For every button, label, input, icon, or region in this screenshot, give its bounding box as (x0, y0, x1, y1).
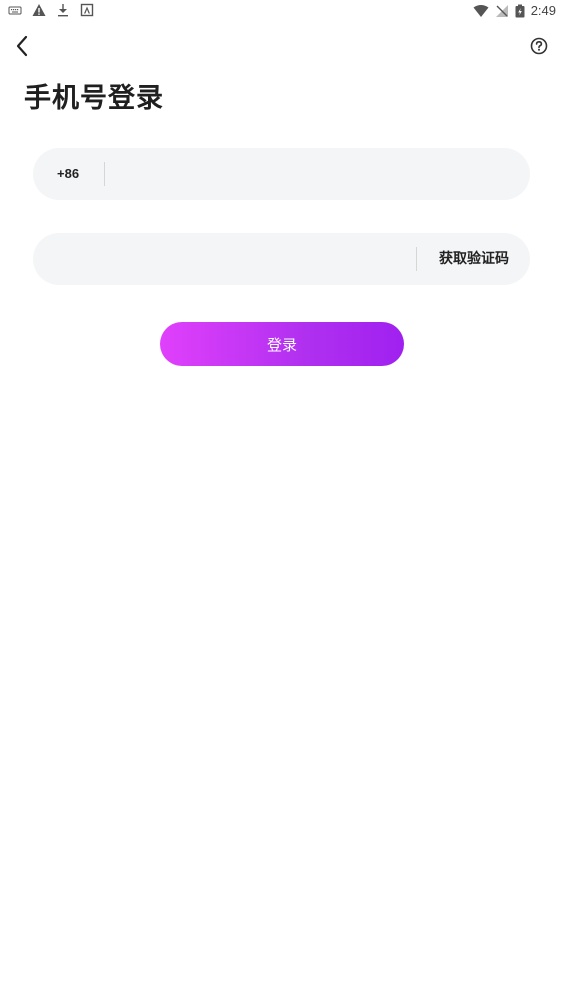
verification-code-field: 获取验证码 (33, 233, 530, 287)
login-button[interactable]: 登录 (160, 322, 404, 366)
help-circle-icon (530, 37, 548, 55)
status-right-icons: 2:49 (473, 3, 556, 18)
status-left-icons (8, 3, 94, 17)
help-button[interactable] (528, 35, 550, 57)
no-sim-icon (495, 4, 508, 17)
battery-icon (515, 4, 525, 17)
phone-input[interactable] (113, 148, 517, 202)
download-icon (58, 4, 68, 17)
verification-code-input[interactable] (55, 233, 414, 287)
status-bar: 2:49 (0, 0, 564, 24)
back-button[interactable] (10, 34, 34, 58)
field-divider (104, 162, 105, 186)
country-code[interactable]: +86 (57, 148, 79, 200)
status-time: 2:49 (530, 3, 556, 18)
chevron-left-icon (16, 35, 28, 57)
field-divider (416, 247, 417, 271)
get-code-button[interactable]: 获取验证码 (427, 233, 521, 285)
wifi-icon (473, 4, 489, 17)
a-box-icon (80, 3, 94, 17)
page-title: 手机号登录 (24, 83, 164, 114)
phone-field: +86 (33, 148, 530, 202)
keyboard-icon (8, 6, 22, 15)
warning-icon (32, 4, 46, 16)
